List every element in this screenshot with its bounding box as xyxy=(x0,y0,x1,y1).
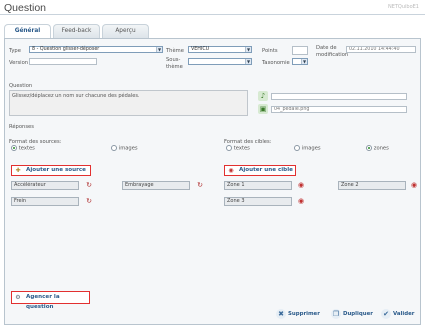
dupliquer-button[interactable]: ❐ Dupliquer xyxy=(331,308,373,320)
valider-button[interactable]: ✔ Valider xyxy=(381,308,414,320)
reponses-label: Réponses xyxy=(9,124,34,130)
sous-theme-select[interactable]: ▼ xyxy=(188,58,252,65)
source-option-textes[interactable]: textes xyxy=(11,145,35,152)
cible-option-textes[interactable]: textes xyxy=(226,145,250,152)
delete-icon: ✖ xyxy=(276,309,286,319)
image-icon[interactable]: ▣ xyxy=(258,104,268,114)
agencer-question-button[interactable]: ⚙ Agencer la question xyxy=(11,291,90,310)
supprimer-button[interactable]: ✖ Supprimer xyxy=(276,308,320,320)
type-value: 8 - Question glisser-déposer xyxy=(32,47,100,52)
taxonomie-label: Taxonomie xyxy=(262,60,290,66)
radio-button[interactable] xyxy=(111,145,117,151)
source-item-1[interactable]: Accélérateur xyxy=(11,181,79,190)
window-title: Question xyxy=(4,2,47,14)
cible-item-2[interactable]: Zone 2 xyxy=(338,181,406,190)
add-cible-icon: ◉ xyxy=(228,167,234,174)
theme-label: Thème xyxy=(166,48,184,54)
chevron-down-icon: ▼ xyxy=(245,47,251,52)
add-cible-button[interactable]: ◉ Ajouter une cible xyxy=(224,165,296,176)
question-label: Question xyxy=(9,83,33,89)
tab-feedback[interactable]: Feed-back xyxy=(53,24,100,38)
title-divider xyxy=(0,14,425,15)
date-field: 02.11.2010 14:44:40 xyxy=(346,46,416,53)
points-label: Points xyxy=(262,48,278,54)
delete-source-icon[interactable]: ↻ xyxy=(84,180,94,190)
delete-cible-icon[interactable]: ◉ xyxy=(296,180,306,190)
version-label: Version xyxy=(9,60,29,66)
theme-value: VEHICU xyxy=(191,47,210,52)
arrange-icon: ⚙ xyxy=(15,294,21,301)
date-label: Date de modification xyxy=(316,45,349,58)
source-item-3[interactable]: Frein xyxy=(11,197,79,206)
tab-general[interactable]: Général xyxy=(4,24,51,39)
tab-bar: Général Feed-back Aperçu xyxy=(4,24,151,39)
source-item-2[interactable]: Embrayage xyxy=(122,181,190,190)
media-field[interactable] xyxy=(271,93,407,100)
source-option-images[interactable]: images xyxy=(111,145,138,152)
brand-label: NETQuiboE1 xyxy=(387,4,419,10)
delete-cible-icon[interactable]: ◉ xyxy=(409,180,419,190)
radio-button[interactable] xyxy=(294,145,300,151)
delete-source-icon[interactable]: ↻ xyxy=(195,180,205,190)
taxonomie-select[interactable]: ▼ xyxy=(292,58,308,65)
delete-source-icon[interactable]: ↻ xyxy=(84,196,94,206)
cible-option-images[interactable]: images xyxy=(294,145,321,152)
add-source-icon: ✚ xyxy=(15,167,21,174)
image-file-field[interactable]: 04_pedale.png xyxy=(271,106,407,113)
points-field[interactable] xyxy=(292,46,308,55)
cible-item-1[interactable]: Zone 1 xyxy=(224,181,292,190)
radio-button[interactable] xyxy=(226,145,232,151)
version-field[interactable] xyxy=(29,58,97,65)
tab-apercu[interactable]: Aperçu xyxy=(102,24,149,38)
sous-theme-label: Sous-thème xyxy=(166,57,183,70)
radio-button[interactable] xyxy=(366,145,372,151)
duplicate-icon: ❐ xyxy=(331,309,341,319)
chevron-down-icon: ▼ xyxy=(156,47,162,52)
chevron-down-icon: ▼ xyxy=(245,59,251,64)
cible-option-zones[interactable]: zones xyxy=(366,145,389,152)
type-label: Type xyxy=(9,48,21,54)
chevron-down-icon: ▼ xyxy=(301,59,307,64)
check-icon: ✔ xyxy=(381,309,391,319)
type-select[interactable]: 8 - Question glisser-déposer ▼ xyxy=(29,46,163,53)
question-textarea[interactable]: Glissez/déplacez un nom sur chacune des … xyxy=(9,90,248,116)
radio-button[interactable] xyxy=(11,145,17,151)
cible-item-3[interactable]: Zone 3 xyxy=(224,197,292,206)
media-icon[interactable]: ♪ xyxy=(258,91,268,101)
delete-cible-icon[interactable]: ◉ xyxy=(296,196,306,206)
add-source-button[interactable]: ✚ Ajouter une source xyxy=(11,165,91,176)
theme-select[interactable]: VEHICU ▼ xyxy=(188,46,252,53)
